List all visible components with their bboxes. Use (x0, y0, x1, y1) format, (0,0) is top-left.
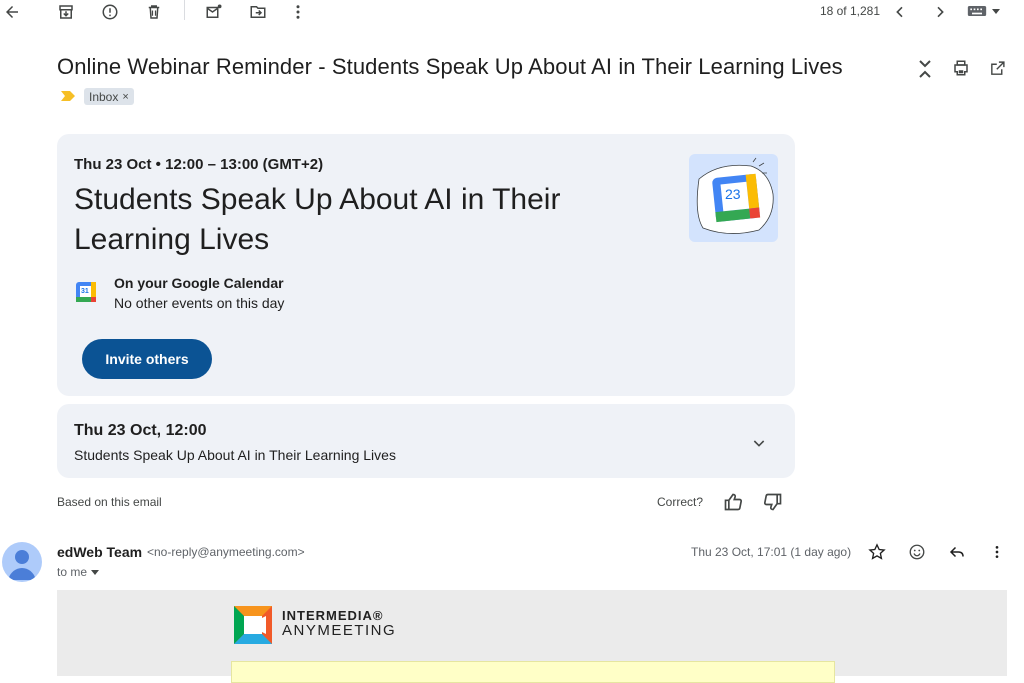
mark-unread-icon[interactable] (202, 0, 226, 24)
correct-prompt: Correct? (657, 495, 704, 509)
event-summary-card[interactable]: Thu 23 Oct, 12:00 Students Speak Up Abou… (57, 404, 795, 478)
sender-name[interactable]: edWeb Team (57, 544, 142, 560)
toolbar-divider (184, 0, 185, 20)
sender-email: <no-reply@anymeeting.com> (147, 545, 305, 559)
older-chevron-right-icon[interactable] (928, 0, 952, 24)
brand-name-top: INTERMEDIA® (282, 608, 384, 623)
based-on-email-text: Based on this email (57, 495, 162, 509)
back-arrow-icon[interactable] (0, 0, 24, 24)
intermedia-logo (232, 604, 274, 646)
message-more-vert-icon[interactable] (985, 540, 1009, 564)
message-date: Thu 23 Oct, 17:01 (1 day ago) (691, 545, 852, 559)
delete-icon[interactable] (142, 0, 166, 24)
google-calendar-icon: 31 (75, 281, 97, 303)
chevron-down-icon[interactable] (747, 431, 771, 455)
caret-down-icon (991, 6, 1001, 16)
label-chip-inbox[interactable]: Inbox × (84, 88, 134, 105)
reply-icon[interactable] (945, 540, 969, 564)
collapse-all-icon[interactable] (914, 58, 936, 80)
remove-label-icon[interactable]: × (122, 91, 128, 103)
pager-count: 18 of 1,281 (819, 4, 880, 18)
event-title: Students Speak Up About AI in Their Lear… (74, 183, 561, 256)
recipients-toggle[interactable]: to me (57, 565, 100, 579)
keyboard-icon (967, 4, 987, 18)
star-icon[interactable] (865, 540, 889, 564)
calendar-illustration-day: 23 (725, 186, 741, 202)
event-datetime: Thu 23 Oct • 12:00 – 13:00 (GMT+2) (74, 156, 324, 173)
calendar-status: No other events on this day (114, 295, 285, 311)
invite-others-button[interactable]: Invite others (82, 339, 212, 379)
input-tools-button[interactable] (964, 0, 1004, 22)
google-calendar-icon-day: 31 (81, 288, 89, 295)
recipients-text: to me (57, 565, 88, 579)
event-summary-date: Thu 23 Oct, 12:00 (74, 422, 207, 439)
more-vert-icon[interactable] (286, 0, 310, 24)
notice-banner (231, 661, 835, 683)
email-subject: Online Webinar Reminder - Students Speak… (57, 54, 843, 79)
thumbs-up-icon[interactable] (721, 490, 745, 514)
event-card: Thu 23 Oct • 12:00 – 13:00 (GMT+2) Stude… (57, 134, 795, 396)
calendar-illustration: 23 (689, 154, 778, 242)
emoji-reaction-icon[interactable] (905, 540, 929, 564)
newer-chevron-left-icon[interactable] (888, 0, 912, 24)
print-icon[interactable] (950, 57, 972, 79)
open-new-window-icon[interactable] (986, 57, 1008, 79)
report-spam-icon[interactable] (98, 0, 122, 24)
caret-down-icon (90, 567, 100, 577)
move-to-icon[interactable] (246, 0, 270, 24)
archive-icon[interactable] (54, 0, 78, 24)
importance-marker-icon[interactable] (60, 90, 76, 102)
email-body: INTERMEDIA® ANYMEETING (57, 590, 1007, 683)
event-summary-title: Students Speak Up About AI in Their Lear… (74, 447, 396, 463)
avatar[interactable] (2, 542, 42, 582)
thumbs-down-icon[interactable] (761, 490, 785, 514)
label-chip-text: Inbox (89, 89, 119, 104)
brand-name-bottom: ANYMEETING (282, 622, 397, 639)
calendar-heading: On your Google Calendar (114, 275, 284, 291)
